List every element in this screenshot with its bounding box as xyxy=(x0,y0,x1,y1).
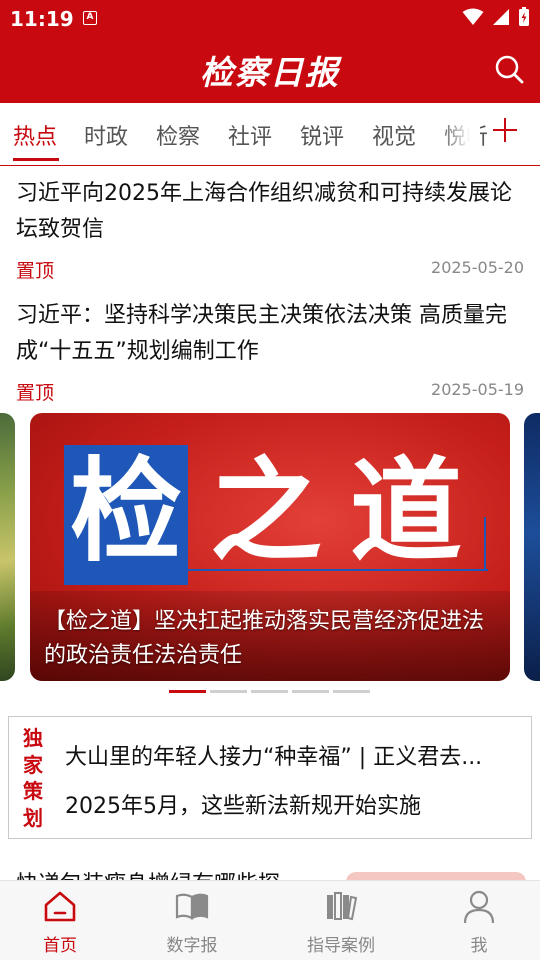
category-tabs: 热点 时政 检察 社评 锐评 视觉 悦听 xyxy=(0,103,540,166)
status-time: 11:19 xyxy=(10,7,74,31)
wifi-icon xyxy=(462,8,484,25)
add-channel-icon[interactable] xyxy=(490,115,520,145)
prev-slide-peek[interactable] xyxy=(0,413,15,681)
nav-guiding-cases[interactable]: 指导案例 xyxy=(276,881,406,960)
news-meta: 置顶 2025-05-20 xyxy=(16,252,528,282)
news-meta: 置顶 2025-05-19 xyxy=(16,374,528,404)
nav-label: 指导案例 xyxy=(307,936,375,956)
tab-procuratorate[interactable]: 检察 xyxy=(156,119,200,151)
app-header: 11:19 A 检察日报 xyxy=(0,0,540,103)
search-icon[interactable] xyxy=(494,54,524,84)
slide-brand-text: 检之道 xyxy=(70,446,490,577)
news-date: 2025-05-20 xyxy=(431,258,524,277)
tab-hot[interactable]: 热点 xyxy=(13,119,57,151)
nav-label: 数字报 xyxy=(166,936,218,956)
notification-icon: A xyxy=(83,11,97,25)
bottom-navigation: 首页 数字报 指导案例 我 xyxy=(0,880,540,960)
status-bar: 11:19 A xyxy=(0,0,540,36)
carousel-dot[interactable] xyxy=(333,690,370,693)
next-slide-peek[interactable] xyxy=(524,413,540,681)
pinned-badge: 置顶 xyxy=(16,382,55,404)
banner-slide[interactable]: 检之道 【检之道】坚决扛起推动落实民营经济促进法的政治责任法治责任 xyxy=(30,413,510,681)
carousel-dot[interactable] xyxy=(251,690,288,693)
case-files-icon xyxy=(327,892,358,921)
feature-item[interactable]: 大山里的年轻人接力“种幸福” | 正义君去... xyxy=(65,739,505,771)
nav-digital-paper[interactable]: 数字报 xyxy=(127,881,257,960)
tabs-fade xyxy=(440,103,480,163)
news-title: 习近平：坚持科学决策民主决策依法决策 高质量完成“十五五”规划编制工作 xyxy=(16,303,507,364)
news-title: 习近平向2025年上海合作组织减贫和可持续发展论坛致贺信 xyxy=(16,181,512,242)
nav-label: 我 xyxy=(470,936,488,956)
nav-label: 首页 xyxy=(43,936,77,956)
user-icon xyxy=(463,890,495,924)
nav-home[interactable]: 首页 xyxy=(0,881,125,960)
book-icon xyxy=(175,893,209,920)
pinned-badge: 置顶 xyxy=(16,260,55,282)
tab-politics[interactable]: 时政 xyxy=(84,119,128,151)
carousel-dot[interactable] xyxy=(210,690,247,693)
carousel-dot[interactable] xyxy=(292,690,329,693)
status-icons xyxy=(462,7,530,27)
carousel-indicator xyxy=(169,690,370,693)
app-logo: 检察日报 xyxy=(200,53,340,92)
list-item[interactable]: 习近平向2025年上海合作组织减贫和可持续发展论坛致贺信 置顶 2025-05-… xyxy=(16,176,528,282)
battery-icon xyxy=(519,7,529,26)
home-icon xyxy=(44,891,76,922)
tab-visual[interactable]: 视觉 xyxy=(372,119,416,151)
tab-editorial[interactable]: 社评 xyxy=(228,119,272,151)
slide-caption: 【检之道】坚决扛起推动落实民营经济促进法的政治责任法治责任 xyxy=(44,609,485,668)
active-tab-indicator xyxy=(13,158,59,161)
banner-carousel[interactable]: 检之道 【检之道】坚决扛起推动落实民营经济促进法的政治责任法治责任 xyxy=(0,413,540,703)
feature-label: 独家策划 xyxy=(23,726,43,830)
tab-commentary[interactable]: 锐评 xyxy=(300,119,344,151)
signal-icon xyxy=(493,9,509,25)
nav-me[interactable]: 我 xyxy=(414,881,540,960)
feature-item[interactable]: 2025年5月，这些新法新规开始实施 xyxy=(65,788,505,820)
list-item[interactable]: 习近平：坚持科学决策民主决策依法决策 高质量完成“十五五”规划编制工作 置顶 2… xyxy=(16,298,528,404)
carousel-dot[interactable] xyxy=(169,690,206,693)
news-date: 2025-05-19 xyxy=(431,380,524,399)
exclusive-feature-box: 独家策划 大山里的年轻人接力“种幸福” | 正义君去... 2025年5月，这些… xyxy=(8,716,532,839)
